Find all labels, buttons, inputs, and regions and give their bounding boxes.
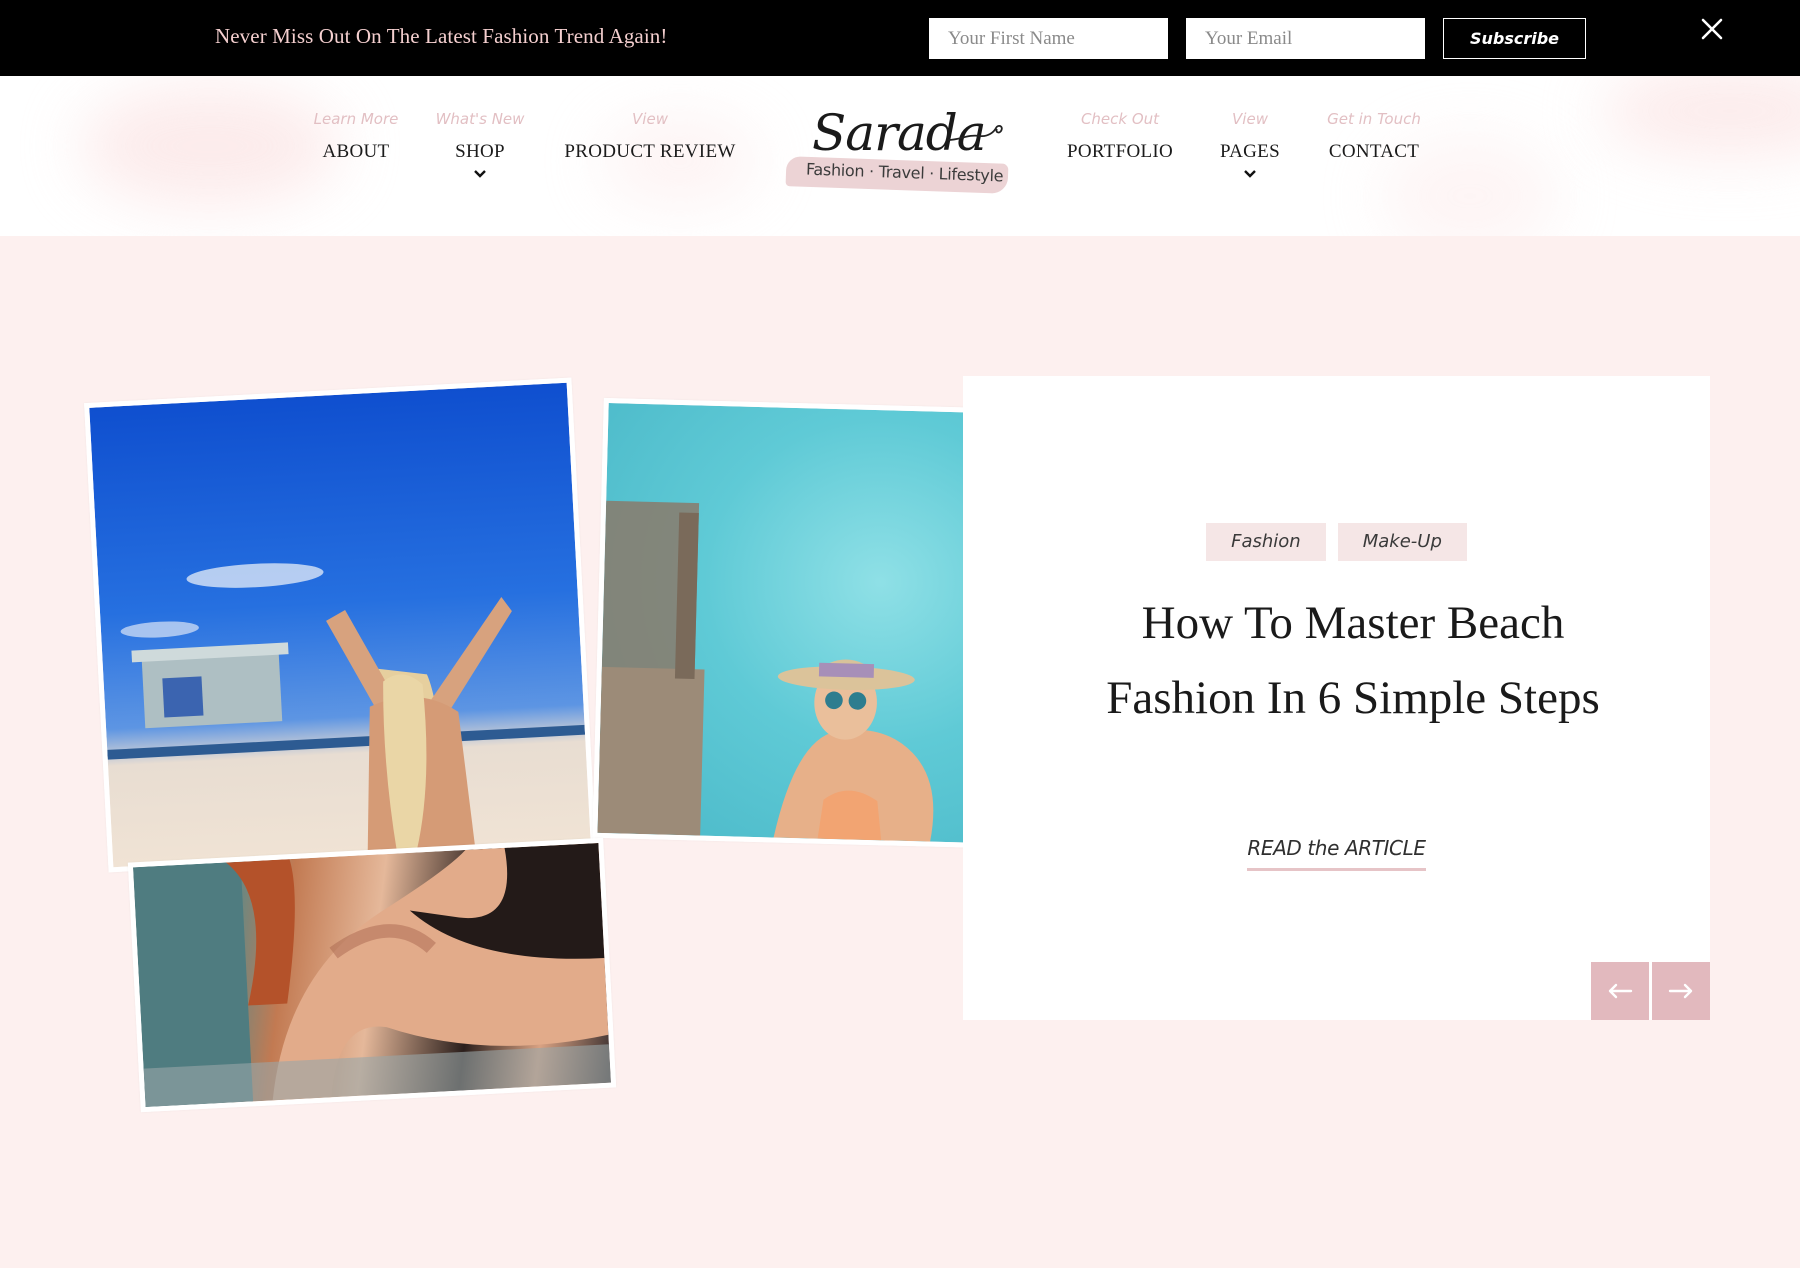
email-input[interactable] (1186, 18, 1425, 59)
swimsuit-scene-illustration (133, 842, 611, 1108)
close-bar-button[interactable] (1697, 14, 1727, 44)
nav-label: PORTFOLIO (1066, 141, 1174, 162)
site-logo[interactable]: Sarada Fashion · Travel · Lifestyle (785, 104, 1016, 204)
first-name-input[interactable] (929, 18, 1168, 59)
nav-about[interactable]: Learn More ABOUT (306, 76, 406, 163)
nav-product-review[interactable]: View PRODUCT REVIEW (560, 76, 740, 163)
nav-label: PRODUCT REVIEW (564, 141, 736, 162)
tag-make-up[interactable]: Make-Up (1337, 523, 1467, 561)
nav-shop[interactable]: What's New SHOP (430, 76, 530, 179)
hero-photo-beach (84, 377, 596, 873)
read-article-link[interactable]: READ the ARTICLE (1247, 836, 1426, 871)
nav-portfolio[interactable]: Check Out PORTFOLIO (1060, 76, 1180, 163)
nav-pages[interactable]: View PAGES (1200, 76, 1300, 179)
nav-kicker: What's New (435, 110, 525, 128)
arrow-left-icon (1608, 983, 1633, 999)
hero-photo-swimsuit (127, 837, 617, 1113)
nav-kicker: View (1232, 110, 1268, 128)
featured-article-card: Fashion Make-Up How To Master Beach Fash… (963, 376, 1710, 1020)
next-slide-button[interactable] (1652, 962, 1710, 1020)
nav-kicker: View (632, 110, 668, 128)
nav-kicker: Check Out (1080, 110, 1160, 128)
nav-kicker: Get in Touch (1327, 110, 1421, 128)
nav-label: CONTACT (1328, 141, 1420, 162)
promo-text: Never Miss Out On The Latest Fashion Tre… (215, 24, 668, 48)
logo-swash-icon (947, 124, 1003, 141)
tag-list: Fashion Make-Up (963, 523, 1710, 561)
tag-fashion[interactable]: Fashion (1206, 523, 1326, 561)
nav-contact[interactable]: Get in Touch CONTACT (1314, 76, 1434, 163)
chevron-down-icon (1244, 170, 1256, 178)
decorative-watercolor (80, 86, 340, 206)
subscribe-bar: Never Miss Out On The Latest Fashion Tre… (0, 0, 1800, 76)
close-icon (1701, 18, 1723, 40)
article-title[interactable]: How To Master Beach Fashion In 6 Simple … (1063, 586, 1643, 736)
site-header: Learn More ABOUT What's New SHOP View PR… (0, 76, 1800, 236)
arrow-right-icon (1668, 983, 1693, 999)
subscribe-button[interactable]: Subscribe (1443, 18, 1586, 59)
decorative-watercolor (1600, 76, 1800, 156)
nav-label: ABOUT (322, 141, 390, 162)
prev-slide-button[interactable] (1591, 962, 1649, 1020)
beach-scene-illustration (107, 563, 586, 854)
nav-kicker: Learn More (313, 110, 399, 128)
chevron-down-icon (474, 170, 486, 178)
nav-label: PAGES (1220, 141, 1280, 162)
nav-label: SHOP (455, 141, 505, 162)
